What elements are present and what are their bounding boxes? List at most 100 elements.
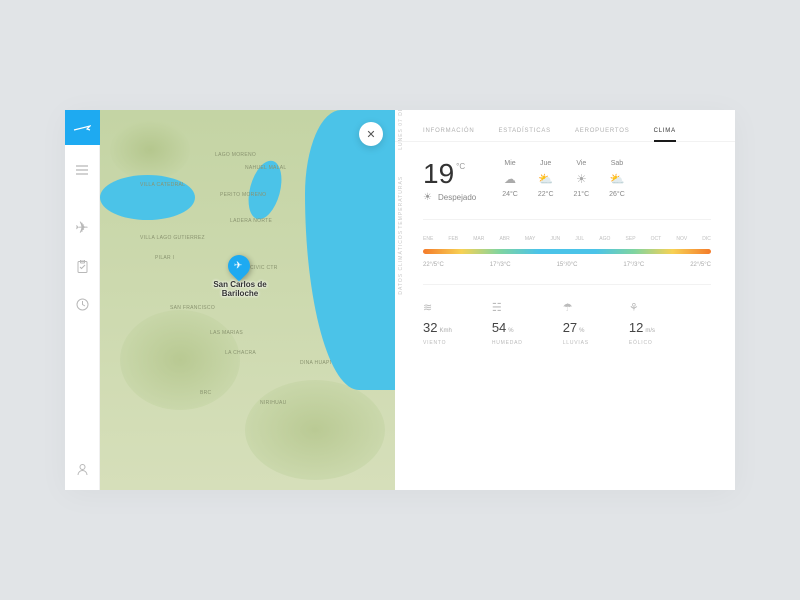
plane-icon[interactable]: ✈: [75, 221, 89, 235]
sidebar-nav: ✈: [75, 163, 89, 462]
clock-icon[interactable]: [75, 297, 89, 311]
month-label: MAR: [473, 236, 484, 242]
map-label: BRC: [200, 390, 211, 396]
month-label: NOV: [676, 236, 687, 242]
stat-value: 54: [492, 320, 506, 335]
menu-icon[interactable]: [75, 163, 89, 177]
location-pin[interactable]: [223, 250, 254, 281]
stat-unit: %: [508, 328, 513, 334]
date-label: Lunes 07 de Marzo: [398, 110, 404, 149]
temp-range: 17°/3°C: [490, 262, 511, 268]
info-panel: Información Estadísticas Aeropuertos Cli…: [395, 110, 735, 490]
map-label: Villa Catedral: [140, 182, 185, 188]
month-label: JUL: [575, 236, 584, 242]
forecast-day: Vie ☀ 21°C: [574, 160, 590, 198]
month-label: ENE: [423, 236, 433, 242]
map-label: Las Marias: [210, 330, 243, 336]
temperature-ranges: 22°/5°C 17°/3°C 15°/0°C 17°/3°C 22°/5°C: [423, 262, 711, 268]
map-label: Dina Huapi: [300, 360, 331, 366]
stat-rain: ☂ 27% Lluvias: [563, 301, 589, 346]
stat-unit: m/s: [645, 328, 655, 334]
cloud-icon: ☁: [504, 172, 516, 186]
tab-estadisticas[interactable]: Estadísticas: [498, 128, 551, 142]
app-window: ✈ Villa Catedral Perito Moreno Pilar I S…: [65, 110, 735, 490]
month-label: JUN: [550, 236, 560, 242]
location-label: San Carlos de Bariloche: [200, 280, 280, 298]
sidebar: ✈: [65, 110, 100, 490]
map-label: Civic Ctr: [250, 265, 278, 271]
forecast-day-name: Jue: [540, 160, 551, 167]
partly-cloudy-icon: ⛅: [538, 172, 553, 186]
section-label: Temperaturas: [398, 176, 404, 229]
forecast-row: Mie ☁ 24°C Jue ⛅ 22°C Vie ☀ 21°C: [502, 160, 625, 198]
map-label: Nahuel Malal: [245, 165, 286, 171]
tab-bar: Información Estadísticas Aeropuertos Cli…: [423, 128, 711, 142]
map-label: Lago Moreno: [215, 152, 256, 158]
temp-range: 22°/5°C: [423, 262, 444, 268]
stat-label: Humedad: [492, 340, 523, 346]
month-label: AGO: [599, 236, 610, 242]
stat-wind: ≋ 32Kmh Viento: [423, 301, 452, 346]
forecast-day: Mie ☁ 24°C: [502, 160, 518, 198]
month-scale: ENE FEB MAR ABR MAY JUN JUL AGO SEP OCT …: [423, 236, 711, 242]
clipboard-icon[interactable]: [75, 259, 89, 273]
forecast-day-temp: 22°C: [538, 191, 554, 198]
forecast-day: Sab ⛅ 26°C: [609, 160, 625, 198]
stat-label: Lluvias: [563, 340, 589, 346]
forecast-day: Jue ⛅ 22°C: [538, 160, 554, 198]
sun-icon: ☀: [576, 172, 587, 186]
sun-icon: ☀: [423, 192, 432, 203]
stat-unit: Kmh: [439, 328, 451, 334]
map-label: San Francisco: [170, 305, 215, 311]
month-label: MAY: [525, 236, 535, 242]
stat-label: Viento: [423, 340, 452, 346]
forecast-day-name: Mie: [504, 160, 515, 167]
stat-eolic: ⚘ 12m/s Eólico: [629, 301, 655, 346]
map-label: Perito Moreno: [220, 192, 266, 198]
temperature-section: Temperaturas ENE FEB MAR ABR MAY JUN JUL…: [423, 220, 711, 285]
month-label: FEB: [448, 236, 458, 242]
user-icon[interactable]: [75, 462, 89, 476]
stat-value: 12: [629, 320, 643, 335]
rain-icon: ☂: [563, 301, 589, 315]
tab-aeropuertos[interactable]: Aeropuertos: [575, 128, 630, 142]
tab-informacion[interactable]: Información: [423, 128, 474, 142]
section-label: Datos Climáticos: [398, 229, 404, 294]
forecast-day-name: Sab: [611, 160, 623, 167]
brand-logo[interactable]: [65, 110, 100, 145]
windmill-icon: ⚘: [629, 301, 655, 315]
forecast-day-temp: 26°C: [609, 191, 625, 198]
wind-icon: ≋: [423, 301, 452, 315]
month-label: SEP: [626, 236, 636, 242]
temp-range: 17°/3°C: [623, 262, 644, 268]
stat-value: 27: [563, 320, 577, 335]
map-label: La Chacra: [225, 350, 256, 356]
stat-label: Eólico: [629, 340, 655, 346]
map-view[interactable]: Villa Catedral Perito Moreno Pilar I San…: [100, 110, 395, 490]
forecast-day-temp: 24°C: [502, 191, 518, 198]
condition-text: Despejado: [438, 193, 476, 202]
map-label: Pilar I: [155, 255, 174, 261]
forecast-day-temp: 21°C: [574, 191, 590, 198]
month-label: ABR: [499, 236, 509, 242]
temp-range: 22°/5°C: [690, 262, 711, 268]
map-label: Villa Lago Gutierrez: [140, 235, 205, 241]
month-label: DIC: [702, 236, 711, 242]
map-label: Ladera Norte: [230, 218, 272, 224]
map-label: Nirihuau: [260, 400, 287, 406]
temp-range: 15°/0°C: [557, 262, 578, 268]
temperature-spectrum: [423, 249, 711, 254]
current-weather-section: Lunes 07 de Marzo 19 °C ☀ Despejado Mie: [423, 142, 711, 220]
humidity-icon: ☵: [492, 301, 523, 315]
close-button[interactable]: ✕: [359, 122, 383, 146]
stat-humidity: ☵ 54% Humedad: [492, 301, 523, 346]
partly-cloudy-icon: ⛅: [609, 172, 624, 186]
tab-clima[interactable]: Clima: [654, 128, 676, 142]
stat-unit: %: [579, 328, 584, 334]
month-label: OCT: [651, 236, 662, 242]
forecast-day-name: Vie: [576, 160, 586, 167]
climate-stats-section: Datos Climáticos ≋ 32Kmh Viento ☵ 54% Hu…: [423, 285, 711, 362]
temp-unit: °C: [456, 162, 465, 171]
stat-value: 32: [423, 320, 437, 335]
current-temp: 19: [423, 158, 454, 190]
